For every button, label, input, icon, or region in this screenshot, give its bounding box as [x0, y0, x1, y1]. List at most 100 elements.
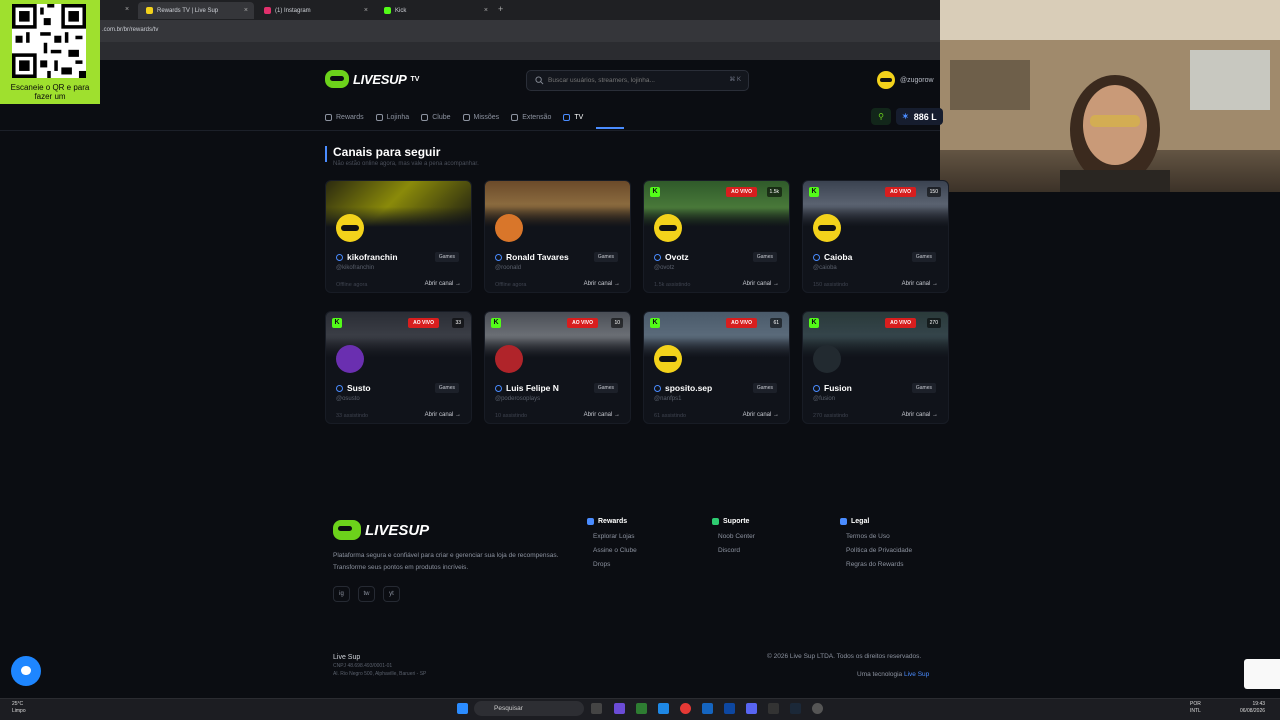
channel-avatar[interactable] — [495, 214, 523, 242]
channel-name[interactable]: Ovotz — [654, 252, 689, 262]
app-icon[interactable] — [636, 703, 647, 714]
nav-item-tv[interactable]: TV — [563, 108, 591, 126]
footer-link[interactable]: Regras do Rewards — [840, 561, 912, 575]
open-channel-button[interactable]: Abrir canal → — [902, 281, 938, 287]
open-channel-button[interactable]: Abrir canal → — [743, 412, 779, 418]
channel-name[interactable]: kikofranchin — [336, 252, 398, 262]
channel-name[interactable]: Fusion — [813, 383, 852, 393]
nav-item-rewards[interactable]: Rewards — [325, 108, 372, 126]
youtube-icon[interactable]: yt — [383, 586, 400, 602]
open-channel-button[interactable]: Abrir canal → — [425, 412, 461, 418]
chrome-icon[interactable] — [680, 703, 691, 714]
footer-link[interactable]: Drops — [587, 561, 637, 575]
windows-start-icon[interactable] — [457, 703, 468, 714]
instagram-icon[interactable]: ig — [333, 586, 350, 602]
verified-icon — [813, 253, 820, 261]
kick-icon: K — [650, 318, 660, 328]
open-channel-button[interactable]: Abrir canal → — [743, 281, 779, 287]
tab-close-icon[interactable]: × — [125, 6, 129, 13]
app-icon[interactable] — [768, 703, 779, 714]
channel-name-text: Caioba — [824, 252, 853, 262]
live-badge: AO VIVO — [885, 318, 916, 328]
taskbar-search[interactable]: Pesquisar — [474, 701, 584, 716]
tech-brand-link[interactable]: Live Sup — [904, 671, 929, 678]
channel-name[interactable]: Susto — [336, 383, 371, 393]
url-text[interactable]: .com.br/br/rewards/tv — [102, 27, 158, 33]
edge-icon[interactable] — [658, 703, 669, 714]
channel-status: 61 assistindo — [654, 413, 687, 419]
channel-name[interactable]: sposito.sep — [654, 383, 712, 393]
chat-bubble-icon[interactable] — [11, 656, 41, 686]
footer-link[interactable]: Explorar Lojas — [587, 533, 637, 547]
channel-card[interactable]: K AO VIVO 1.5k Ovotz Games @ovotz 1.5k assisti… — [643, 180, 790, 293]
user-menu[interactable]: @zugorow — [877, 71, 934, 89]
channel-card[interactable]: K AO VIVO 33 Susto Games @osusto 33 assistindo… — [325, 311, 472, 424]
search-input[interactable] — [548, 71, 718, 90]
open-channel-button[interactable]: Abrir canal → — [902, 412, 938, 418]
browser-tab[interactable]: Kick × — [376, 2, 494, 19]
channel-card[interactable]: K AO VIVO 61 sposito.sep Games @nanfps1 61 ass… — [643, 311, 790, 424]
copyright: © 2026 Live Sup LTDA. Todos os direitos … — [767, 653, 922, 660]
nav-item-misses[interactable]: Missões — [462, 108, 508, 126]
channel-avatar[interactable] — [813, 345, 841, 373]
keyboard-layout: INTL — [1190, 708, 1201, 714]
footer-logo[interactable]: LIVESUP — [333, 520, 429, 540]
nav-item-clube[interactable]: Clube — [421, 108, 458, 126]
app-icon[interactable] — [812, 703, 823, 714]
new-tab-button[interactable]: + — [498, 4, 503, 14]
channel-card[interactable]: Ronald Tavares Games @roonald Offline agora… — [484, 180, 631, 293]
twitter-icon[interactable]: tw — [358, 586, 375, 602]
nav-item-extenso[interactable]: Extensão — [511, 108, 559, 126]
channel-avatar[interactable] — [654, 345, 682, 373]
open-channel-button[interactable]: Abrir canal → — [584, 412, 620, 418]
footer-column-suporte: Suporte Noob Center Discord — [712, 518, 755, 561]
footer-column-title-text: Suporte — [723, 518, 750, 525]
points-balance[interactable]: ✶ 886 L — [896, 108, 943, 125]
footer-link[interactable]: Discord — [712, 547, 755, 561]
verified-icon — [495, 384, 502, 392]
channel-card[interactable]: K AO VIVO 270 Fusion Games @fusion 270 assisti… — [802, 311, 949, 424]
tab-close-icon[interactable]: × — [364, 7, 368, 14]
channel-name[interactable]: Ronald Tavares — [495, 252, 569, 262]
open-channel-button[interactable]: Abrir canal → — [584, 281, 620, 287]
open-channel-button[interactable]: Abrir canal → — [425, 281, 461, 287]
channel-card[interactable]: kikofranchin Games @kikofranchin Offline ag… — [325, 180, 472, 293]
kick-icon: K — [809, 318, 819, 328]
tab-label: Rewards TV | Live Sup — [157, 7, 219, 14]
channel-avatar[interactable] — [336, 345, 364, 373]
site-logo[interactable]: LIVESUP TV — [325, 70, 419, 88]
nav-item-lojinha[interactable]: Lojinha — [375, 108, 418, 126]
footer-link[interactable]: Assine o Clube — [587, 547, 637, 561]
tab-close-icon[interactable]: × — [484, 7, 488, 14]
language-indicator[interactable]: POR INTL — [1190, 701, 1201, 715]
app-icon[interactable] — [614, 703, 625, 714]
app-icon[interactable] — [724, 703, 735, 714]
verified-icon — [813, 384, 820, 392]
weather-widget[interactable]: 25°C Limpo — [12, 701, 26, 715]
channel-card[interactable]: K AO VIVO 150 Caioba Games @caioba 150 assisti… — [802, 180, 949, 293]
footer-link[interactable]: Noob Center — [712, 533, 755, 547]
discord-icon[interactable] — [746, 703, 757, 714]
verified-icon — [336, 384, 343, 392]
channel-avatar[interactable] — [336, 214, 364, 242]
file-explorer-icon[interactable] — [591, 703, 602, 714]
search-bar[interactable]: ⌘ K — [526, 70, 749, 91]
taskbar-clock[interactable]: 19:43 06/08/2026 — [1240, 701, 1265, 715]
channel-name[interactable]: Luis Felipe N — [495, 383, 559, 393]
footer-link[interactable]: Termos de Uso — [840, 533, 912, 547]
link-button[interactable]: ⚲ — [871, 108, 891, 125]
channel-card[interactable]: K AO VIVO 10 Luis Felipe N Games @poderosopla… — [484, 311, 631, 424]
browser-tab[interactable]: (1) Instagram × — [256, 2, 374, 19]
viewer-count: 61 — [770, 318, 782, 328]
channel-avatar[interactable] — [654, 214, 682, 242]
channel-name[interactable]: Caioba — [813, 252, 852, 262]
weather-condition: Limpo — [12, 708, 26, 714]
steam-icon[interactable] — [790, 703, 801, 714]
app-icon[interactable] — [702, 703, 713, 714]
footer-link[interactable]: Política de Privacidade — [840, 547, 912, 561]
channel-avatar[interactable] — [495, 345, 523, 373]
search-icon — [535, 76, 544, 85]
channel-avatar[interactable] — [813, 214, 841, 242]
tab-close-icon[interactable]: × — [244, 7, 248, 14]
browser-tab[interactable]: Rewards TV | Live Sup × — [138, 2, 254, 19]
